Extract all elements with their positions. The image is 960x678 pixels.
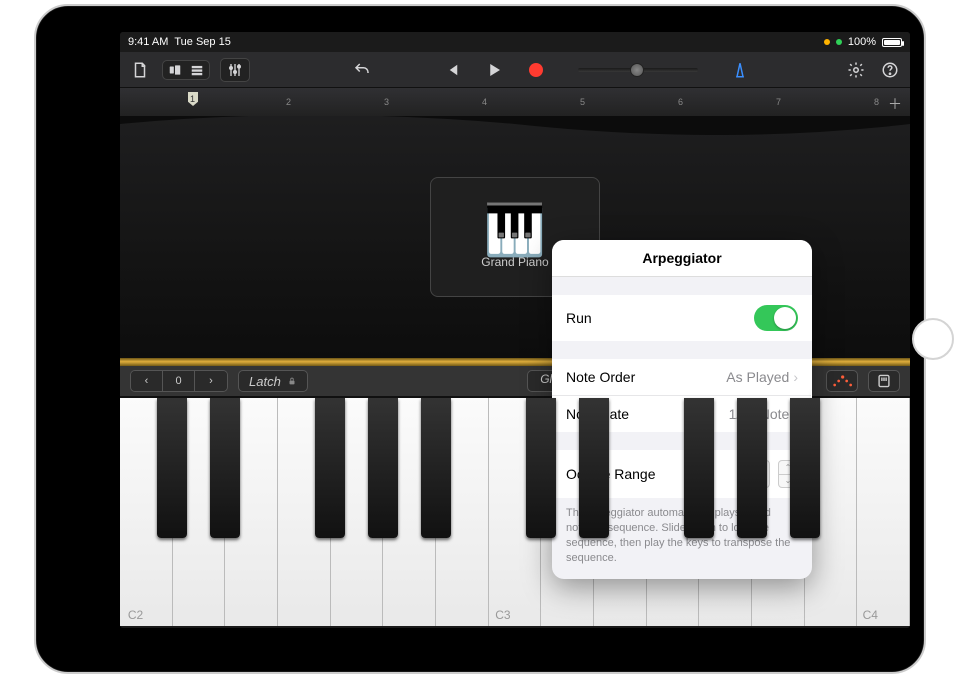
my-songs-button[interactable]: [128, 58, 152, 82]
undo-button[interactable]: [350, 58, 374, 82]
settings-button[interactable]: [844, 58, 868, 82]
screen: 9:41 AM Tue Sep 15 100%: [120, 32, 910, 628]
keyboard-layout-icon: [877, 373, 891, 389]
black-key[interactable]: [315, 398, 345, 538]
octave-up-button[interactable]: ›: [195, 371, 227, 391]
run-switch[interactable]: [754, 305, 798, 331]
browser-view-icon: [167, 63, 183, 77]
ruler-tick: 3: [384, 97, 389, 107]
ios-status-bar: 9:41 AM Tue Sep 15 100%: [120, 32, 910, 52]
ruler-tick: 2: [286, 97, 291, 107]
mic-indicator-icon: [836, 39, 842, 45]
run-label: Run: [566, 310, 592, 326]
black-key[interactable]: [526, 398, 556, 538]
view-toggle[interactable]: [162, 60, 210, 80]
record-button[interactable]: [524, 58, 548, 82]
black-key[interactable]: [368, 398, 398, 538]
ipad-frame: 9:41 AM Tue Sep 15 100%: [34, 4, 926, 674]
octave-selector[interactable]: ‹ 0 ›: [130, 370, 228, 392]
key-label: C3: [495, 608, 510, 622]
ruler[interactable]: 1 2 3 4 5 6 7 8 ＋: [120, 88, 910, 116]
black-key[interactable]: [737, 398, 767, 538]
black-key[interactable]: [790, 398, 820, 538]
black-key[interactable]: [210, 398, 240, 538]
ruler-tick: 5: [580, 97, 585, 107]
home-button[interactable]: [912, 318, 954, 360]
arpeggiator-button[interactable]: [826, 370, 858, 392]
play-button[interactable]: [482, 58, 506, 82]
piano-keyboard[interactable]: C2 C3 C4: [120, 396, 910, 626]
ruler-tick: 6: [678, 97, 683, 107]
latch-button[interactable]: Latch: [238, 370, 308, 392]
lock-icon: [287, 375, 297, 387]
location-indicator-icon: [824, 39, 830, 45]
arpeggiator-icon: [832, 374, 852, 388]
track-controls-button[interactable]: [220, 58, 250, 82]
latch-label: Latch: [249, 374, 281, 389]
black-key[interactable]: [421, 398, 451, 538]
add-section-button[interactable]: ＋: [888, 94, 902, 114]
note-order-value: As Played: [726, 369, 789, 385]
black-key[interactable]: [684, 398, 714, 538]
black-key[interactable]: [579, 398, 609, 538]
help-button[interactable]: [878, 58, 902, 82]
app-toolbar: [120, 52, 910, 88]
ruler-tick: 7: [776, 97, 781, 107]
ruler-tick: 4: [482, 97, 487, 107]
status-date: Tue Sep 15: [174, 36, 230, 48]
grand-piano-icon: 🎹: [484, 205, 546, 255]
chevron-right-icon: ›: [793, 369, 798, 385]
octave-down-button[interactable]: ‹: [131, 371, 163, 391]
note-order-label: Note Order: [566, 369, 635, 385]
keyboard-layout-button[interactable]: [868, 370, 900, 392]
black-key[interactable]: [157, 398, 187, 538]
go-to-beginning-button[interactable]: [440, 58, 464, 82]
tracks-view-icon: [189, 63, 205, 77]
battery-percent: 100%: [848, 36, 876, 48]
note-order-row[interactable]: Note Order As Played›: [552, 359, 812, 396]
battery-icon: [882, 38, 902, 47]
popover-title: Arpeggiator: [552, 240, 812, 277]
key-label: C4: [863, 608, 878, 622]
master-volume-slider[interactable]: [578, 68, 698, 72]
octave-value: 0: [163, 371, 195, 391]
playhead-marker[interactable]: 1: [188, 92, 203, 108]
status-time: 9:41 AM: [128, 36, 168, 48]
run-row: Run: [552, 295, 812, 341]
ruler-tick: 8: [874, 97, 879, 107]
lid-curve: [120, 116, 910, 148]
key-label: C2: [128, 608, 143, 622]
faders-icon: [227, 62, 243, 78]
white-key[interactable]: [857, 398, 910, 626]
metronome-button[interactable]: [728, 58, 752, 82]
